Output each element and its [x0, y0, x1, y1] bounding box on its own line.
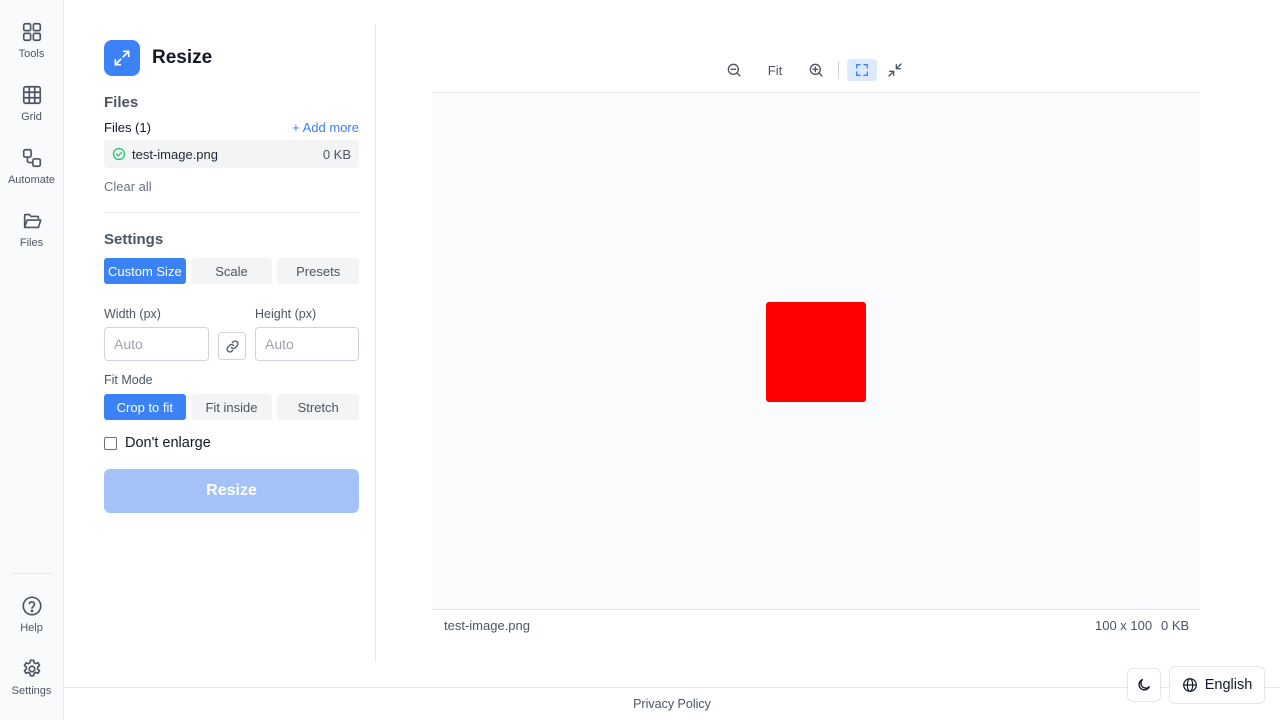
dont-enlarge-option[interactable]: Don't enlarge [104, 435, 211, 451]
files-count: Files (1) [104, 120, 151, 135]
sidebar-item-label: Automate [7, 174, 56, 186]
sidebar-item-label: Settings [11, 685, 52, 697]
sidebar-item-tools[interactable]: Tools [0, 21, 63, 61]
resize-mode-tabs: Custom Size Scale Presets [104, 258, 360, 284]
gear-icon [23, 659, 40, 677]
preview-dimensions: 100 x 100 [1095, 618, 1153, 633]
preview-file-size: 0 KB [1161, 618, 1190, 633]
minimize-icon [888, 63, 902, 77]
aspect-lock-button[interactable] [218, 332, 246, 360]
sidebar-nav: Tools Grid Automate Files Help Settings [0, 0, 64, 720]
file-list-item[interactable]: test-image.png 0 KB [104, 140, 359, 168]
sidebar-divider [12, 573, 52, 574]
width-label: Width (px) [104, 307, 161, 321]
sidebar-item-label: Tools [18, 48, 45, 60]
zoom-out-icon [727, 63, 741, 77]
footer: Privacy Policy [64, 687, 1280, 720]
add-more-link[interactable]: + Add more [292, 120, 359, 135]
height-label: Height (px) [255, 307, 317, 321]
fit-button[interactable]: Fit [754, 59, 796, 81]
link-icon [225, 339, 239, 353]
settings-section-title: Settings [104, 231, 164, 248]
folder-open-icon [23, 213, 42, 229]
expand-arrows-icon [114, 50, 130, 66]
tab-crop-to-fit[interactable]: Crop to fit [104, 394, 186, 420]
language-selector[interactable]: English [1169, 666, 1265, 704]
fit-mode-tabs: Crop to fit Fit inside Stretch [104, 394, 360, 420]
width-input[interactable] [104, 327, 209, 361]
tool-header: Resize [104, 40, 359, 76]
file-size: 0 KB [322, 146, 351, 162]
panel-divider [375, 24, 376, 662]
grid-3x3-icon [22, 85, 41, 105]
resize-button[interactable]: Resize [104, 469, 359, 513]
tab-stretch[interactable]: Stretch [277, 394, 360, 420]
sidebar-item-automate[interactable]: Automate [0, 147, 63, 187]
tool-panel: Resize Files Files (1) + Add more test-i… [104, 40, 360, 513]
sidebar-item-settings[interactable]: Settings [0, 658, 63, 698]
page-title: Resize [152, 47, 213, 68]
tool-icon-badge [104, 40, 140, 76]
clear-all-link[interactable]: Clear all [104, 179, 152, 194]
fullscreen-icon [856, 64, 868, 76]
dont-enlarge-checkbox[interactable] [104, 436, 117, 450]
zoom-out-button[interactable] [720, 59, 748, 81]
theme-toggle-button[interactable] [1127, 668, 1161, 702]
sidebar-item-label: Help [20, 622, 43, 634]
tab-fit-inside[interactable]: Fit inside [190, 394, 273, 420]
moon-icon [1138, 679, 1150, 691]
tab-custom-size[interactable]: Custom Size [104, 258, 186, 284]
file-name: test-image.png [132, 146, 218, 162]
app-root: Tools Grid Automate Files Help Settings … [0, 0, 1280, 720]
privacy-policy-link[interactable]: Privacy Policy [64, 697, 1280, 711]
zoom-in-button[interactable] [802, 59, 830, 81]
section-divider [104, 212, 359, 213]
globe-icon [1182, 678, 1197, 692]
sidebar-item-help[interactable]: Help [0, 595, 63, 635]
language-label: English [1204, 677, 1253, 693]
tab-presets[interactable]: Presets [277, 258, 360, 284]
toolbar-divider [838, 61, 839, 79]
sidebar-item-grid[interactable]: Grid [0, 84, 63, 124]
help-circle-icon [21, 596, 42, 616]
check-circle-icon [112, 147, 126, 161]
fullscreen-button[interactable] [847, 59, 877, 81]
preview-toolbar: Fit [720, 58, 909, 82]
image-preview-canvas[interactable] [432, 92, 1200, 610]
sidebar-item-files[interactable]: Files [0, 210, 63, 250]
preview-image [766, 302, 866, 402]
dont-enlarge-label: Don't enlarge [125, 435, 211, 451]
files-section-title: Files [104, 94, 139, 111]
grid-2x2-icon [22, 22, 41, 42]
preview-file-name: test-image.png [444, 618, 530, 633]
zoom-in-icon [809, 63, 823, 77]
height-input[interactable] [255, 327, 359, 361]
minimize-button[interactable] [881, 59, 909, 81]
workflow-icon [22, 148, 41, 168]
tab-scale[interactable]: Scale [190, 258, 273, 284]
sidebar-item-label: Grid [21, 111, 42, 123]
files-header: Files (1) + Add more [104, 120, 359, 135]
sidebar-item-label: Files [19, 237, 44, 249]
fit-mode-label: Fit Mode [104, 373, 153, 387]
